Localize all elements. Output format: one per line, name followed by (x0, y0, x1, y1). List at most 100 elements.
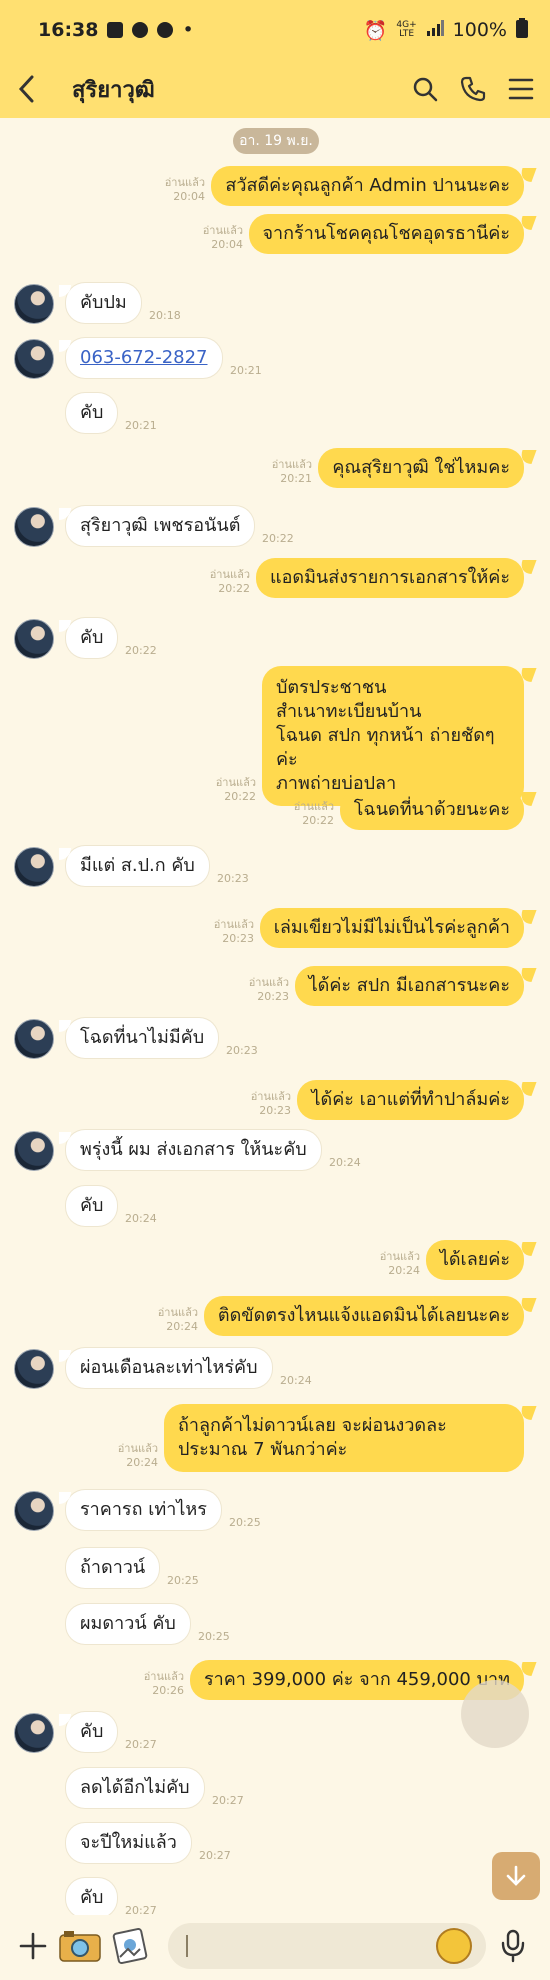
chat-header: สุริยาวุฒิ (0, 60, 550, 118)
incoming-message-bubble[interactable]: 063-672-2827 (59, 338, 222, 378)
message-text: คับ (80, 1721, 104, 1742)
message-line: บัตรประชาชน (276, 677, 387, 698)
scroll-to-bottom-button[interactable] (492, 1852, 540, 1900)
message-text[interactable]: 063-672-2827 (80, 347, 208, 368)
call-button[interactable] (460, 76, 486, 102)
menu-button[interactable] (508, 78, 534, 100)
read-receipt: อ่านแล้ว (250, 1090, 291, 1103)
incoming-message-bubble[interactable]: คับ (66, 393, 118, 433)
read-receipt: อ่านแล้ว (143, 1670, 184, 1683)
message-text: คับ (80, 1195, 104, 1216)
camera-button[interactable] (58, 1929, 102, 1967)
message-time: 20:23 (259, 1104, 291, 1117)
voice-button[interactable] (500, 1929, 526, 1967)
message-meta: อ่านแล้ว 20:23 (251, 1090, 291, 1118)
message-input[interactable] (168, 1923, 486, 1969)
message-time: 20:21 (125, 419, 157, 432)
outgoing-message-bubble[interactable]: สวัสดีค่ะคุณลูกค้า Admin ปานนะคะ (211, 166, 524, 206)
message-text: คับ (80, 1887, 104, 1908)
add-button[interactable] (18, 1931, 48, 1965)
incoming-message-bubble[interactable]: มีแต่ ส.ป.ก คับ (59, 846, 209, 886)
message-text: ได้เลยค่ะ (439, 1249, 510, 1270)
image-icon (112, 1927, 148, 1965)
message-text: ราคา 399,000 ค่ะ จาก 459,000 บาท (203, 1669, 510, 1690)
message-meta: อ่านแล้ว 20:22 (216, 776, 256, 804)
read-receipt: อ่านแล้ว (164, 176, 205, 189)
contact-avatar[interactable] (14, 507, 54, 547)
message-text: คับ (80, 627, 104, 648)
incoming-message-bubble[interactable]: พรุ่งนี้ ผม ส่งเอกสาร ให้นะคับ (59, 1130, 321, 1170)
date-separator: อา. 19 พ.ย. (233, 128, 319, 154)
message-meta: อ่านแล้ว 20:21 (272, 458, 312, 486)
message-text: ราคารถ เท่าไหร (80, 1499, 207, 1520)
photo-button[interactable] (112, 1927, 148, 1969)
incoming-message-bubble[interactable]: ผมดาวน์ คับ (66, 1604, 190, 1644)
message-text: คุณสุริยาวุฒิ ใช่ไหมคะ (332, 457, 510, 478)
message-text: มีแต่ ส.ป.ก คับ (80, 855, 195, 876)
chevron-left-icon (18, 75, 34, 103)
message-time: 20:25 (198, 1630, 230, 1643)
contact-avatar[interactable] (14, 1713, 54, 1753)
outgoing-message-bubble[interactable]: ได้เลยค่ะ (425, 1240, 524, 1280)
outgoing-message-bubble[interactable]: ได้ค่ะ สปก มีเอกสารนะคะ (294, 966, 524, 1006)
message-text: สุริยาวุฒิ เพชรอนันต์ (80, 515, 241, 536)
battery-icon (516, 17, 528, 43)
contact-avatar[interactable] (14, 339, 54, 379)
message-text: โฉนดที่นาด้วยนะคะ (353, 799, 510, 820)
line-icon (132, 22, 149, 38)
message-text: ได้ค่ะ สปก มีเอกสารนะคะ (308, 975, 510, 996)
outgoing-message-bubble[interactable]: เล่มเขียวไม่มีไม่เป็นไรค่ะลูกค้า (259, 908, 524, 948)
incoming-message-bubble[interactable]: คับ (66, 1878, 118, 1918)
hamburger-menu-icon (508, 78, 534, 100)
incoming-message-bubble[interactable]: ผ่อนเดือนละเท่าไหร่คับ (59, 1348, 272, 1388)
back-button[interactable] (18, 69, 52, 109)
outgoing-message-bubble[interactable]: ติดขัดตรงไหนแจ้งแอดมินได้เลยนะคะ (203, 1296, 524, 1336)
contact-avatar[interactable] (14, 1491, 54, 1531)
incoming-message-bubble[interactable]: ลดได้อีกไม่คับ (66, 1768, 204, 1808)
outgoing-message-bubble[interactable]: แอดมินส่งรายการเอกสารให้ค่ะ (255, 558, 524, 598)
incoming-message-bubble[interactable]: คับ (66, 1186, 118, 1226)
message-time: 20:22 (302, 814, 334, 827)
message-text: จะปีใหม่แล้ว (80, 1832, 177, 1853)
read-receipt: อ่านแล้ว (209, 568, 250, 581)
chat-title[interactable]: สุริยาวุฒิ (72, 72, 412, 107)
contact-avatar[interactable] (14, 1131, 54, 1171)
incoming-message-bubble[interactable]: คับปม (59, 283, 141, 323)
outgoing-message-bubble[interactable]: ถ้าลูกค้าไม่ดาวน์เลย จะผ่อนงวดละ ประมาณ 7… (164, 1404, 524, 1472)
incoming-message-bubble[interactable]: คับ (58, 1712, 118, 1752)
plus-icon (19, 1932, 47, 1960)
outgoing-message-bubble[interactable]: จากร้านโชคคุณโชคอุดรธานีค่ะ (248, 214, 524, 254)
message-meta: อ่านแล้ว 20:24 (158, 1306, 198, 1334)
outgoing-message-bubble[interactable]: ได้ค่ะ เอาแต่ที่ทำปาล์มค่ะ (297, 1080, 524, 1120)
message-time: 20:27 (199, 1849, 231, 1862)
facebook-icon (157, 22, 174, 38)
message-time: 20:27 (212, 1794, 244, 1807)
read-receipt: อ่านแล้ว (248, 976, 289, 989)
outgoing-message-bubble[interactable]: คุณสุริยาวุฒิ ใช่ไหมคะ (318, 448, 524, 488)
contact-avatar[interactable] (14, 1019, 54, 1059)
incoming-message-bubble[interactable]: ถ้าดาวน์ (66, 1548, 160, 1588)
incoming-message-bubble[interactable]: คับ (58, 618, 118, 658)
message-time: 20:22 (224, 790, 256, 803)
incoming-message-bubble[interactable]: ราคารถ เท่าไหร (59, 1490, 221, 1530)
message-time: 20:23 (226, 1044, 258, 1057)
network-indicator: 4G+ LTE (396, 21, 416, 39)
message-time: 20:04 (173, 190, 205, 203)
microphone-icon (501, 1929, 525, 1963)
contact-avatar[interactable] (14, 1349, 54, 1389)
contact-avatar[interactable] (14, 847, 54, 887)
contact-avatar[interactable] (14, 619, 54, 659)
message-meta: อ่านแล้ว 20:22 (294, 800, 334, 828)
status-left: 16:38 • (38, 19, 194, 41)
incoming-message-bubble[interactable]: จะปีใหม่แล้ว (66, 1823, 191, 1863)
message-text: คับ (80, 402, 104, 423)
incoming-message-bubble[interactable]: สุริยาวุฒิ เพชรอนันต์ (58, 506, 255, 546)
search-button[interactable] (412, 76, 438, 102)
status-right: ⏰ 4G+ LTE 100% (364, 17, 528, 43)
contact-avatar[interactable] (14, 284, 54, 324)
sticker-button[interactable] (436, 1928, 472, 1964)
outgoing-message-bubble[interactable]: บัตรประชาชน สำเนาทะเบียนบ้าน โฉนด สปก ทุกห… (262, 666, 524, 806)
outgoing-message-bubble[interactable]: โฉนดที่นาด้วยนะคะ (339, 790, 524, 830)
incoming-message-bubble[interactable]: โฉดที่นาไม่มีคับ (58, 1018, 219, 1058)
message-time: 20:24 (126, 1456, 158, 1469)
